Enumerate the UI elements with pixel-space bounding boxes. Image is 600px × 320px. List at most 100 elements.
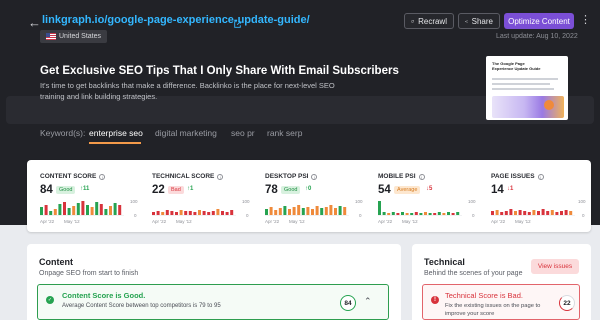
keyword-tab-rank-serp[interactable]: rank serp: [267, 128, 302, 138]
metric-label: PAGE ISSUES i: [491, 173, 544, 180]
view-issues-button[interactable]: View issues: [531, 259, 579, 274]
metric-value: 14: [491, 184, 504, 196]
sparkline-bar: [555, 212, 559, 215]
sparkline-bar: [198, 210, 201, 215]
axis-date-start: Apr '22: [152, 219, 167, 224]
optimize-content-button[interactable]: Optimize Content: [504, 13, 574, 29]
sparkline-bar: [265, 209, 268, 215]
sparkline-bar: [491, 211, 494, 215]
sparkline-bar: [569, 211, 573, 215]
info-icon[interactable]: i: [537, 173, 544, 180]
axis-date-start: Apr '22: [491, 219, 506, 224]
status-badge: Bad: [168, 186, 184, 194]
metric-content-score[interactable]: CONTENT SCORE i 84 Good ↑11 100 0 Apr '22…: [27, 160, 138, 232]
sparkline-chart: [491, 209, 575, 216]
content-status-box[interactable]: ✓ Content Score is Good. Average Content…: [37, 284, 389, 320]
technical-card-title: Technical: [424, 257, 465, 267]
sparkline-bar: [343, 207, 347, 215]
active-tab-underline: [89, 142, 141, 144]
thumbnail-title: The Google Page Experience Update Guide: [492, 61, 541, 71]
keyword-tab-enterprise-seo[interactable]: enterprise seo: [89, 128, 143, 138]
content-card: Content Onpage SEO from start to finish …: [27, 244, 401, 320]
sparkline-bar: [109, 206, 112, 215]
metric-label: MOBILE PSI i: [378, 173, 425, 180]
sparkline-bar: [329, 205, 333, 215]
alert-circle-icon: !: [431, 296, 439, 304]
sparkline-bar: [396, 213, 400, 215]
metric-delta: ↓1: [507, 186, 514, 192]
country-selector[interactable]: United States: [40, 30, 108, 43]
info-icon[interactable]: i: [99, 173, 106, 180]
metrics-panel: CONTENT SCORE i 84 Good ↑11 100 0 Apr '22…: [27, 160, 591, 232]
axis-max: 100: [242, 199, 250, 204]
sparkline-bar: [225, 212, 229, 215]
back-arrow-icon[interactable]: ←: [28, 15, 41, 30]
status-badge: Good: [56, 186, 76, 194]
sparkline-bar: [564, 210, 568, 215]
sparkline-bar: [401, 212, 404, 215]
technical-status-box[interactable]: ! Technical Score is Bad. Fix the existi…: [422, 284, 580, 320]
share-label: Share: [471, 16, 493, 26]
content-status-title: Content Score is Good.: [62, 291, 146, 300]
sparkline-bar: [433, 213, 437, 215]
sparkline-bar: [500, 212, 504, 215]
external-link-icon[interactable]: [234, 15, 241, 33]
sparkline-bar: [518, 210, 522, 215]
metric-technical-score[interactable]: TECHNICAL SCORE i 22 Bad ↑1 100 0 Apr '22…: [139, 160, 250, 232]
axis-max: 100: [468, 199, 476, 204]
sparkline-bar: [382, 212, 386, 215]
metric-page-issues[interactable]: PAGE ISSUES i 14 ↓1 100 0 Apr '22 May '12: [478, 160, 588, 232]
more-options-icon[interactable]: ⋮: [580, 13, 591, 27]
axis-max: 100: [355, 199, 363, 204]
thumbnail-text-line: [492, 88, 554, 90]
sparkline-bar: [387, 213, 391, 215]
status-badge: Average: [394, 186, 421, 194]
page-thumbnail[interactable]: The Google Page Experience Update Guide: [486, 56, 568, 120]
sparkline-bar: [67, 208, 71, 215]
technical-score-ring: 22: [559, 295, 575, 311]
sparkline-bar: [391, 212, 395, 215]
technical-status-text: Fix the existing issues on the page to i…: [445, 303, 541, 317]
recrawl-label: Recrawl: [418, 16, 447, 26]
sparkline-bar: [301, 208, 305, 215]
metric-delta: ↑11: [80, 186, 90, 192]
sparkline-bar: [527, 212, 531, 215]
refresh-icon: [411, 19, 414, 23]
info-icon[interactable]: i: [217, 173, 224, 180]
info-icon[interactable]: i: [311, 173, 318, 180]
metric-desktop-psi[interactable]: DESKTOP PSI i 78 Good ↑0 100 0 Apr '22 Ma…: [252, 160, 363, 232]
chevron-up-icon[interactable]: ⌃: [364, 296, 372, 307]
keyword-tab-digital-marketing[interactable]: digital marketing: [155, 128, 217, 138]
sparkline-bar: [442, 213, 446, 215]
sparkline-bar: [447, 212, 450, 215]
sparkline-bar: [278, 208, 282, 215]
info-icon[interactable]: i: [418, 173, 425, 180]
sparkline-bar: [76, 203, 80, 215]
axis-date-end: May '12: [402, 219, 418, 224]
keywords-label: Keyword(s):: [40, 128, 86, 138]
technical-status-title: Technical Score is Bad.: [445, 291, 523, 300]
sparkline-bar: [523, 211, 527, 215]
thumbnail-text-line: [492, 83, 550, 85]
share-button[interactable]: Share: [458, 13, 500, 29]
axis-date-start: Apr '22: [40, 219, 55, 224]
metric-label: DESKTOP PSI i: [265, 173, 318, 180]
sparkline-bar: [81, 201, 85, 215]
axis-date-end: May '12: [515, 219, 531, 224]
sparkline-bar: [63, 202, 66, 215]
sparkline-bar: [58, 204, 62, 215]
metric-mobile-psi[interactable]: MOBILE PSI i 54 Average ↓5 100 0 Apr '22 …: [365, 160, 476, 232]
promo-title: Get Exclusive SEO Tips That I Only Share…: [40, 65, 399, 77]
keyword-tab-seo-pr[interactable]: seo pr: [231, 128, 255, 138]
content-score-ring: 84: [340, 295, 356, 311]
recrawl-button[interactable]: Recrawl: [404, 13, 454, 29]
sparkline-bar: [315, 206, 319, 215]
axis-max: 100: [578, 199, 586, 204]
sparkline-bar: [338, 206, 342, 215]
page-url-link[interactable]: linkgraph.io/google-page-experience-upda…: [42, 14, 310, 26]
sparkline-bar: [405, 213, 409, 215]
share-icon: [465, 19, 468, 23]
thumbnail-text-line: [492, 78, 558, 80]
sparkline-bar: [207, 212, 211, 215]
sparkline-bar: [532, 210, 536, 215]
